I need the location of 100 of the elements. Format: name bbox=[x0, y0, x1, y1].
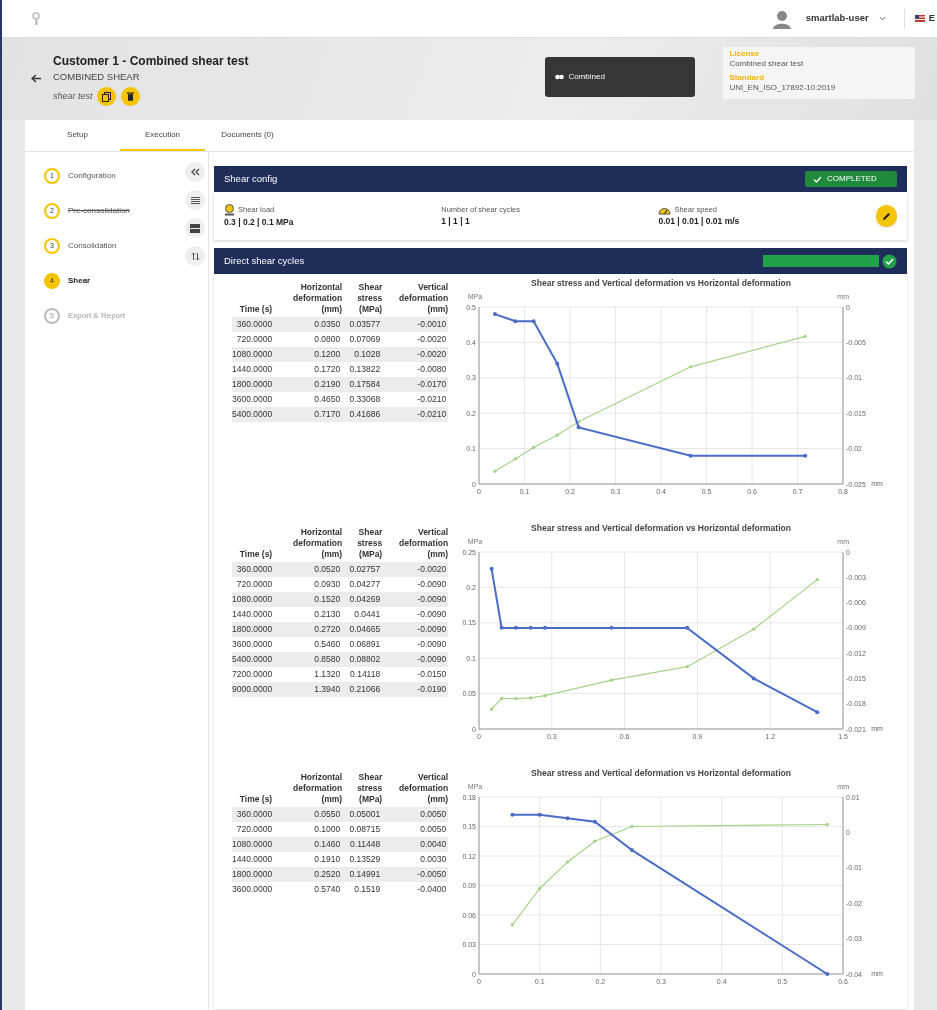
delete-button[interactable] bbox=[120, 87, 140, 107]
data-point bbox=[565, 816, 570, 821]
table-cell: 0.07069 bbox=[342, 332, 383, 347]
step-label[interactable]: Configuration bbox=[68, 170, 116, 182]
table-cell: 0.05001 bbox=[342, 807, 383, 822]
table-cell: 0.5740 bbox=[280, 882, 343, 897]
data-point bbox=[489, 566, 494, 571]
table-cell: 0.1910 bbox=[280, 852, 343, 867]
table-cell: 0.14991 bbox=[342, 867, 383, 882]
table-cell: 0.2190 bbox=[280, 377, 343, 392]
table-cell: 0.2130 bbox=[280, 607, 343, 622]
column-header: Vertical deformation (mm) bbox=[382, 282, 449, 317]
collapse-button[interactable] bbox=[185, 162, 205, 182]
table-cell: 720.0000 bbox=[232, 822, 281, 837]
table-cell: 0.13529 bbox=[342, 852, 383, 867]
user-name[interactable]: smartlab-user bbox=[805, 11, 869, 26]
list-icon bbox=[190, 196, 200, 204]
data-point bbox=[688, 365, 693, 369]
data-point bbox=[593, 839, 597, 843]
data-point bbox=[815, 577, 819, 582]
data-point bbox=[531, 319, 536, 324]
table-cell: 0.1720 bbox=[280, 362, 343, 377]
table-cell: 720.0000 bbox=[232, 332, 281, 347]
pencil-icon bbox=[881, 211, 891, 221]
section-title: Direct shear cycles bbox=[224, 253, 305, 268]
table-cell: 1800.0000 bbox=[232, 377, 281, 392]
step-label[interactable]: Shear bbox=[68, 275, 91, 287]
chevron-down-icon[interactable] bbox=[878, 16, 886, 21]
table-cell: 0.0520 bbox=[280, 562, 343, 577]
license-heading: License bbox=[729, 49, 761, 59]
column-header: Shear stress (MPa) bbox=[342, 282, 383, 317]
data-point bbox=[513, 319, 518, 324]
data-point bbox=[499, 696, 504, 701]
sort-button[interactable] bbox=[185, 246, 205, 266]
table-cell: 0.0030 bbox=[382, 852, 449, 867]
table-cell: 0.4650 bbox=[280, 392, 343, 407]
data-point bbox=[592, 819, 597, 824]
data-point bbox=[510, 812, 515, 817]
table-cell: -0.0210 bbox=[382, 407, 449, 422]
data-point bbox=[493, 469, 497, 473]
table-cell: -0.0150 bbox=[382, 667, 449, 682]
table-cell: 360.0000 bbox=[232, 807, 281, 822]
table-cell: 1440.0000 bbox=[232, 607, 281, 622]
column-header: Vertical deformation (mm) bbox=[382, 527, 449, 562]
table-cell: 0.1460 bbox=[280, 837, 343, 852]
data-point bbox=[555, 361, 560, 366]
data-point bbox=[513, 625, 518, 630]
table-cell: 0.8580 bbox=[280, 652, 343, 667]
language-label[interactable]: E bbox=[928, 11, 937, 26]
data-point bbox=[803, 453, 808, 458]
table-cell: 0.0930 bbox=[280, 577, 343, 592]
data-point bbox=[688, 453, 693, 458]
table-cell: -0.0400 bbox=[382, 882, 449, 897]
step-label[interactable]: Pre-consolidation bbox=[68, 205, 130, 217]
field-value: 0.01 | 0.01 | 0.01 m/s bbox=[658, 215, 741, 228]
step-label[interactable]: Consolidation bbox=[68, 240, 117, 252]
table-cell: 1080.0000 bbox=[232, 837, 281, 852]
data-point bbox=[685, 625, 690, 630]
test-note: shear test bbox=[53, 90, 93, 103]
data-point bbox=[685, 665, 689, 669]
column-header: Horizontal deformation (mm) bbox=[280, 527, 343, 562]
standard-value: UNI_EN_ISO_17892-10:2019 bbox=[729, 83, 837, 93]
table-cell: 0.04665 bbox=[342, 622, 383, 637]
table-cell: 0.1200 bbox=[280, 347, 343, 362]
page-title: Customer 1 - Combined shear test bbox=[53, 53, 249, 70]
check-icon bbox=[813, 175, 822, 183]
table-cell: -0.0020 bbox=[382, 332, 449, 347]
tab[interactable]: Execution bbox=[120, 120, 205, 151]
list-button[interactable] bbox=[185, 190, 205, 210]
table-cell: 1.3940 bbox=[280, 682, 343, 697]
column-header: Vertical deformation (mm) bbox=[382, 772, 449, 807]
table-cell: 0.13822 bbox=[342, 362, 383, 377]
data-point bbox=[751, 676, 756, 681]
data-point bbox=[565, 860, 570, 864]
table-cell: -0.0090 bbox=[382, 592, 449, 607]
edit-button[interactable] bbox=[875, 205, 897, 227]
tab[interactable]: Documents (0) bbox=[205, 120, 290, 151]
page-subtitle: COMBINED SHEAR bbox=[53, 70, 141, 84]
table-cell: 0.0050 bbox=[382, 807, 449, 822]
split-view-button[interactable] bbox=[185, 218, 205, 238]
back-arrow-icon[interactable] bbox=[31, 74, 42, 83]
table-cell: 1.1320 bbox=[280, 667, 343, 682]
data-point bbox=[803, 334, 807, 339]
split-view-icon bbox=[190, 223, 200, 233]
data-point bbox=[489, 707, 494, 711]
link-icon bbox=[555, 74, 565, 80]
table-cell: 1800.0000 bbox=[232, 622, 281, 637]
flag-icon bbox=[914, 15, 925, 22]
data-point bbox=[492, 312, 497, 317]
table-cell: 0.33068 bbox=[342, 392, 383, 407]
copy-button[interactable] bbox=[96, 87, 116, 107]
table-cell: 0.41686 bbox=[342, 407, 383, 422]
chart-title: Shear stress and Vertical deformation vs Horizontal deformation bbox=[531, 768, 791, 778]
table-cell: 3600.0000 bbox=[232, 637, 281, 652]
license-value: Combined shear test bbox=[729, 59, 805, 69]
data-point bbox=[609, 678, 614, 682]
tab[interactable]: Setup bbox=[35, 120, 120, 151]
chart-title: Shear stress and Vertical deformation vs Horizontal deformation bbox=[531, 278, 791, 288]
table-cell: 0.08715 bbox=[342, 822, 383, 837]
section-title: Shear config bbox=[224, 171, 278, 186]
